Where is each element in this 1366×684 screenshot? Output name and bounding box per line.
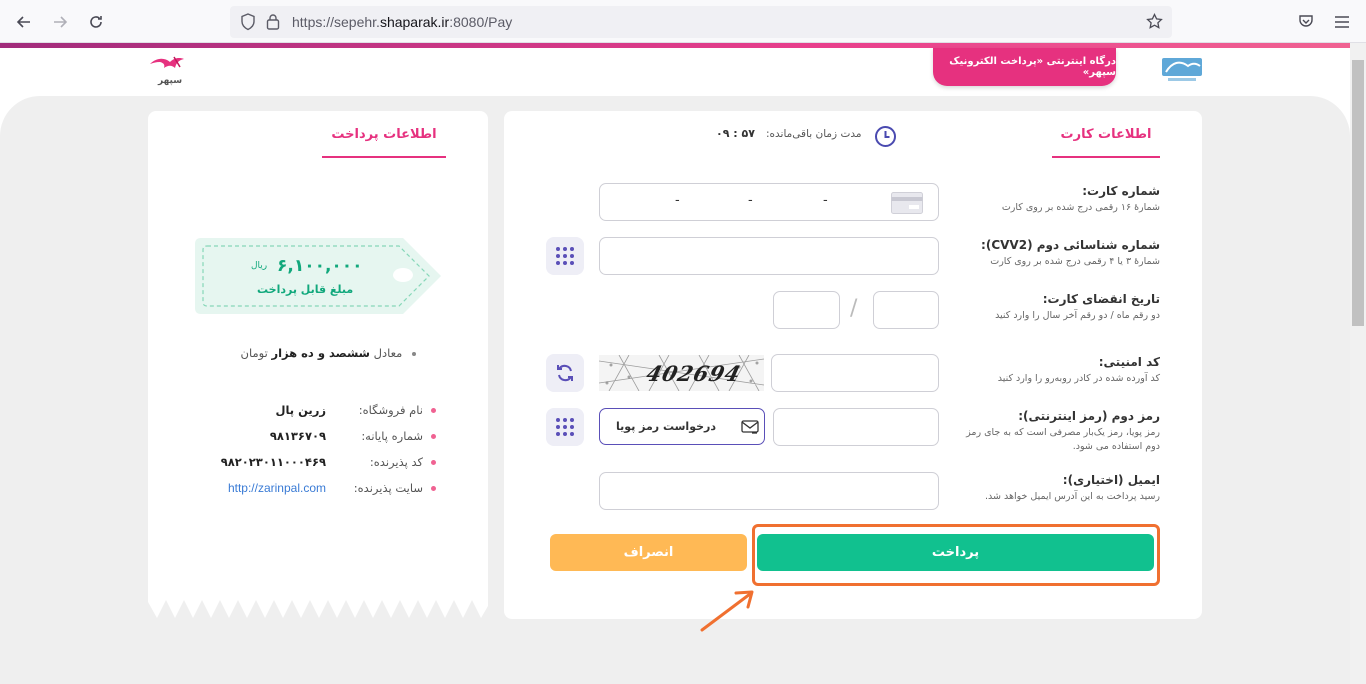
acceptor-site-link[interactable]: http://zarinpal.com bbox=[228, 481, 326, 495]
pin2-hint: رمز پویا، رمز یک‌بار مصرفی است که به جای… bbox=[966, 427, 1160, 452]
card-separator-2: - bbox=[748, 193, 753, 208]
bank-logo bbox=[1160, 56, 1204, 84]
bullet-icon bbox=[431, 486, 436, 491]
pocket-icon[interactable] bbox=[1298, 13, 1314, 33]
menu-icon[interactable] bbox=[1334, 14, 1350, 33]
terminal-number-key: شماره پایانه: bbox=[361, 429, 423, 443]
url-bar[interactable]: https://sepehr.shaparak.ir:8080/Pay bbox=[230, 6, 1172, 38]
merchant-name-key: نام فروشگاه: bbox=[358, 403, 423, 417]
pin2-label: رمز دوم (رمز اینترنتی): bbox=[1018, 409, 1160, 423]
cancel-button[interactable]: انصراف bbox=[550, 534, 747, 571]
acceptor-code-value: ۹۸۲۰۲۳۰۱۱۰۰۰۴۶۹ bbox=[220, 455, 326, 469]
amount-equivalent: معادل ششصد و ده هزار تومان bbox=[241, 346, 416, 360]
card-number-label: شماره کارت: bbox=[1082, 184, 1160, 198]
keypad-icon bbox=[556, 418, 574, 436]
captcha-image: 402694 bbox=[599, 355, 764, 391]
timer-value: ۰۹ : ۵۷ bbox=[716, 127, 755, 140]
amount-value: ۶,۱۰۰,۰۰۰ bbox=[277, 256, 363, 276]
arrow-annotation-icon bbox=[698, 586, 758, 638]
reload-icon[interactable] bbox=[84, 10, 108, 34]
shield-icon[interactable] bbox=[240, 13, 256, 35]
request-dynamic-pin-label: درخواست رمز پویا bbox=[616, 420, 716, 433]
terminal-number-value: ۹۸۱۳۶۷۰۹ bbox=[269, 429, 326, 443]
forward-icon[interactable] bbox=[48, 10, 72, 34]
captcha-label: کد امنیتی: bbox=[1098, 355, 1160, 369]
pin-keypad-button[interactable] bbox=[546, 408, 584, 446]
equivalent-unit: تومان bbox=[240, 346, 268, 360]
lock-icon[interactable] bbox=[266, 13, 280, 34]
card-separator-3: - bbox=[675, 193, 680, 208]
cvv2-hint: شمارهٔ ۳ یا ۴ رقمی درج شده بر روی کارت bbox=[990, 256, 1160, 267]
amount-label: مبلغ قابل پرداخت bbox=[257, 283, 354, 296]
envelope-icon bbox=[741, 420, 759, 439]
highlight-annotation bbox=[752, 524, 1160, 586]
acceptor-code-key: کد پذیرنده: bbox=[369, 455, 423, 469]
clock-icon bbox=[874, 125, 897, 152]
acceptor-site-key: سایت پذیرنده: bbox=[353, 481, 423, 495]
sepehr-logo: سپهر bbox=[146, 54, 188, 90]
bullet-icon bbox=[431, 460, 436, 465]
zigzag-edge bbox=[148, 596, 488, 620]
page-header bbox=[0, 48, 1350, 98]
email-hint: رسید پرداخت به این آدرس ایمیل خواهد شد. bbox=[984, 491, 1160, 502]
equivalent-words: ششصد و ده هزار bbox=[271, 346, 370, 360]
timer-label: مدت زمان باقی‌مانده: bbox=[766, 128, 862, 140]
card-number-hint: شمارهٔ ۱۶ رقمی درج شده بر روی کارت bbox=[1001, 202, 1160, 213]
scrollbar-thumb[interactable] bbox=[1352, 60, 1364, 326]
email-label: ایمیل (اختیاری): bbox=[1062, 473, 1160, 487]
expiry-month-input[interactable] bbox=[873, 291, 939, 329]
merchant-name-value: زرین پال bbox=[275, 403, 326, 417]
cvv2-input[interactable] bbox=[599, 237, 939, 275]
card-separator-1: - bbox=[823, 193, 828, 208]
bullet-icon bbox=[431, 434, 436, 439]
captcha-text: 402694 bbox=[643, 361, 744, 386]
tab-payment-info[interactable]: اطلاعات پرداخت bbox=[322, 112, 446, 158]
keypad-icon bbox=[556, 247, 574, 265]
expiry-year-input[interactable] bbox=[773, 291, 840, 329]
refresh-captcha-button[interactable] bbox=[546, 354, 584, 392]
refresh-icon bbox=[557, 364, 573, 382]
price-tag: ۶,۱۰۰,۰۰۰ ریال مبلغ قابل پرداخت bbox=[193, 236, 443, 316]
cvv2-label: شماره شناسائی دوم (CVV2): bbox=[981, 238, 1160, 252]
bookmark-star-icon[interactable] bbox=[1146, 12, 1163, 34]
gateway-title: درگاه اینترنتی «پرداخت الکترونیک سپهر» bbox=[933, 48, 1116, 86]
email-input[interactable] bbox=[599, 472, 939, 510]
tab-card-info[interactable]: اطلاعات کارت bbox=[1052, 112, 1160, 158]
captcha-hint: کد آورده شده در کادر روبه‌رو را وارد کنی… bbox=[997, 373, 1160, 384]
pin2-input[interactable] bbox=[773, 408, 939, 446]
bullet-icon bbox=[412, 351, 416, 356]
expiry-label: تاریخ انقضای کارت: bbox=[1042, 292, 1160, 306]
bullet-icon bbox=[431, 408, 436, 413]
captcha-input[interactable] bbox=[771, 354, 939, 392]
credit-card-icon bbox=[891, 192, 923, 218]
amount-currency: ریال bbox=[251, 261, 268, 271]
back-icon[interactable] bbox=[12, 10, 36, 34]
sepehr-logo-text: سپهر bbox=[158, 76, 183, 86]
url-text[interactable]: https://sepehr.shaparak.ir:8080/Pay bbox=[292, 14, 512, 30]
virtual-keypad-button[interactable] bbox=[546, 237, 584, 275]
card-number-input[interactable]: - - - bbox=[599, 183, 939, 221]
expiry-hint: دو رقم ماه / دو رقم آخر سال را وارد کنید bbox=[995, 310, 1160, 321]
expiry-slash: / bbox=[850, 296, 858, 321]
payment-info-panel bbox=[148, 111, 488, 619]
request-dynamic-pin-button[interactable]: درخواست رمز پویا bbox=[599, 408, 765, 445]
equivalent-prefix: معادل bbox=[373, 346, 403, 360]
